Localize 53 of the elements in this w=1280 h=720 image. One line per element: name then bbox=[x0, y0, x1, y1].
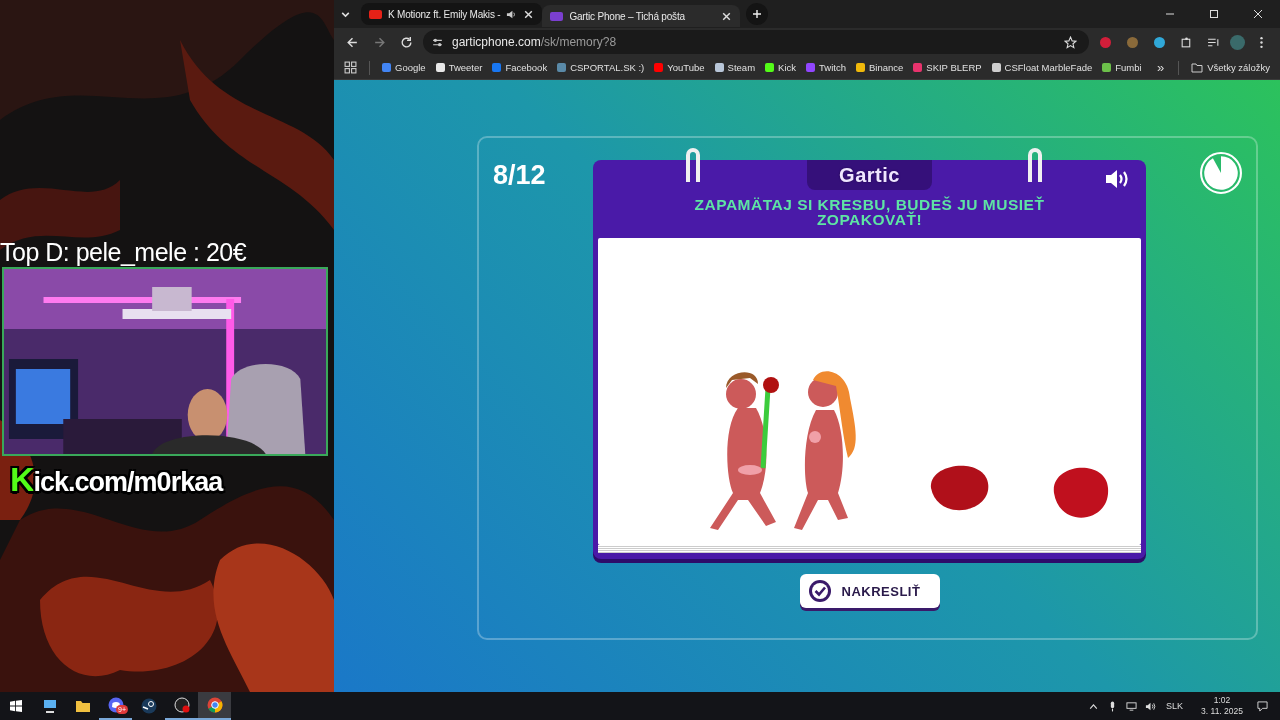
bookmark[interactable]: YouTube bbox=[650, 62, 709, 73]
clock-date: 3. 11. 2025 bbox=[1201, 706, 1243, 717]
folder-icon bbox=[74, 698, 91, 714]
url-text: garticphone.com/sk/memory?8 bbox=[452, 35, 617, 49]
logo-text: Gartic bbox=[839, 163, 900, 187]
blob-drawing bbox=[1054, 468, 1108, 518]
close-icon[interactable] bbox=[1253, 9, 1263, 19]
bookmark[interactable]: Fumbi bbox=[1098, 62, 1146, 73]
bookmark[interactable]: Google bbox=[378, 62, 430, 73]
new-tab-button[interactable] bbox=[745, 3, 768, 25]
speaker-icon[interactable] bbox=[506, 8, 518, 20]
close-icon[interactable] bbox=[720, 10, 732, 22]
more-bookmarks-button[interactable]: » bbox=[1150, 60, 1171, 75]
browser-tab[interactable]: K Motionz ft. Emily Makis - bbox=[361, 3, 543, 25]
draw-button[interactable]: NAKRESLIŤ bbox=[799, 574, 940, 608]
instruction-text: ZAPAMÄTAJ SI KRESBU, BUDEŠ JU MUSIEŤ ZOPAKOVAŤ! bbox=[693, 197, 1046, 227]
extension-icon[interactable] bbox=[1154, 36, 1165, 48]
clock-time: 1:02 bbox=[1213, 695, 1231, 706]
bookmark[interactable]: Tweeter bbox=[431, 62, 487, 73]
volume-icon[interactable] bbox=[1145, 700, 1157, 712]
bookmark[interactable]: Steam bbox=[710, 62, 760, 73]
bookmark[interactable]: Facebook bbox=[488, 62, 552, 73]
blob-drawing bbox=[931, 465, 989, 511]
taskbar-app[interactable] bbox=[198, 692, 231, 720]
bookmark[interactable]: Kick bbox=[761, 62, 801, 73]
all-bookmarks-folder[interactable]: Všetky záložky bbox=[1187, 62, 1274, 73]
bookmark[interactable]: CSPORTAL.SK :) bbox=[553, 62, 649, 73]
speaker-icon[interactable] bbox=[1105, 168, 1131, 190]
folder-icon bbox=[1191, 62, 1204, 73]
maximize-icon[interactable] bbox=[1209, 9, 1219, 19]
bookmark[interactable]: Binance bbox=[851, 62, 908, 73]
windows-start-icon[interactable] bbox=[10, 700, 22, 712]
notifications-icon[interactable] bbox=[1257, 700, 1268, 712]
plus-icon bbox=[751, 9, 762, 19]
network-icon[interactable] bbox=[1126, 700, 1138, 712]
extension-icon[interactable] bbox=[1100, 36, 1111, 48]
browser-icon bbox=[206, 697, 223, 713]
ring-icon bbox=[1028, 148, 1042, 182]
extension-icon[interactable] bbox=[1127, 36, 1138, 48]
bookmark[interactable]: CSFloat MarbleFade bbox=[987, 62, 1097, 73]
record-app-icon bbox=[173, 697, 190, 713]
ring-icon bbox=[686, 148, 700, 182]
steam-icon bbox=[140, 698, 157, 714]
round-counter: 8/12 bbox=[493, 160, 547, 191]
close-icon[interactable] bbox=[523, 8, 535, 20]
star-icon[interactable] bbox=[1062, 35, 1079, 49]
bookmark[interactable]: Twitch bbox=[802, 62, 850, 73]
computer-icon bbox=[41, 698, 58, 714]
language-indicator[interactable]: SLK bbox=[1166, 701, 1184, 711]
browser-tab[interactable]: Gartic Phone – Tichá pošta bbox=[542, 5, 740, 27]
bookmark[interactable]: SKIP BLERP bbox=[909, 62, 986, 73]
address-bar[interactable]: garticphone.com/sk/memory?8 bbox=[423, 30, 1089, 54]
check-icon bbox=[807, 579, 832, 603]
